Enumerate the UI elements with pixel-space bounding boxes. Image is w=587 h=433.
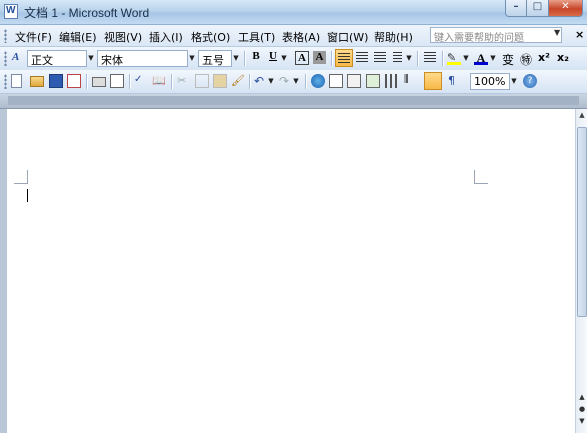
- separator: [442, 51, 443, 66]
- separator: [129, 74, 130, 89]
- print-preview-icon[interactable]: [110, 74, 124, 88]
- font-color-icon[interactable]: A: [474, 51, 488, 65]
- character-shading-button[interactable]: A: [313, 51, 326, 64]
- subscript-button[interactable]: x₂: [557, 51, 571, 65]
- vertical-scrollbar[interactable]: ▲ ▲ ● ▼: [575, 109, 587, 433]
- superscript-button[interactable]: x²: [538, 51, 552, 65]
- chevron-down-icon[interactable]: ▼: [187, 50, 197, 67]
- close-window-button[interactable]: ✕: [549, 0, 583, 17]
- maximize-icon: □: [532, 1, 543, 12]
- chevron-down-icon[interactable]: ▼: [461, 50, 471, 67]
- zoom-select[interactable]: 100%: [470, 73, 510, 90]
- menu-insert[interactable]: 插入(I): [149, 29, 183, 45]
- minimize-icon: –: [513, 1, 519, 12]
- separator: [331, 51, 332, 66]
- menu-window[interactable]: 窗口(W): [327, 29, 368, 45]
- text-cursor: [27, 189, 28, 202]
- chevron-down-icon[interactable]: ▼: [488, 50, 498, 67]
- horizontal-ruler[interactable]: [0, 94, 587, 109]
- menu-tools[interactable]: 工具(T): [238, 29, 275, 45]
- spelling-icon[interactable]: ✓: [134, 74, 148, 88]
- menu-format[interactable]: 格式(O): [191, 29, 230, 45]
- menu-file[interactable]: 文件(F): [15, 29, 52, 45]
- separator: [86, 74, 87, 89]
- open-folder-icon[interactable]: [30, 76, 44, 87]
- style-select[interactable]: 正文: [27, 50, 87, 67]
- tables-borders-icon[interactable]: [329, 74, 343, 88]
- next-page-icon[interactable]: ▼: [577, 417, 587, 427]
- numbered-list-icon[interactable]: [424, 52, 436, 63]
- separator: [244, 51, 245, 66]
- minimize-button[interactable]: –: [505, 0, 527, 17]
- align-right-icon[interactable]: [374, 52, 386, 63]
- scroll-up-icon[interactable]: ▲: [577, 111, 587, 121]
- separator: [417, 51, 418, 66]
- word-document-icon[interactable]: [4, 4, 18, 19]
- font-select[interactable]: 宋体: [97, 50, 188, 67]
- insert-table-icon[interactable]: [347, 74, 361, 88]
- chevron-down-icon[interactable]: ▼: [554, 28, 562, 42]
- menu-help[interactable]: 帮助(H): [374, 29, 413, 45]
- save-icon[interactable]: [49, 74, 63, 88]
- format-painter-icon[interactable]: 🖌: [231, 74, 245, 88]
- print-icon[interactable]: [92, 77, 106, 87]
- align-justify-button[interactable]: [335, 49, 353, 67]
- document-map-active-icon[interactable]: [424, 72, 442, 90]
- show-hide-icon[interactable]: ¶: [448, 74, 462, 88]
- menu-edit[interactable]: 编辑(E): [59, 29, 97, 45]
- standard-toolbar: ✓ 📖 ✂ 🖌 ↶ ▼ ↷ ▼ ⫼ ¶ 100% ▼ ?: [0, 70, 587, 94]
- align-center-icon[interactable]: [356, 52, 368, 63]
- formatting-toolbar: A 正文 ▼ 宋体 ▼ 五号 ▼ B U ▼ A A ▼ ✎ ▼ A ▼ 变 ㊕…: [0, 47, 587, 71]
- chevron-down-icon[interactable]: ▼: [291, 73, 301, 90]
- paste-icon[interactable]: [213, 74, 227, 88]
- document-page[interactable]: [0, 109, 575, 433]
- insert-excel-icon[interactable]: [366, 74, 380, 88]
- window-title: 文档 1 - Microsoft Word: [24, 6, 150, 20]
- font-size-select[interactable]: 五号: [198, 50, 232, 67]
- hyperlink-icon[interactable]: [311, 74, 325, 88]
- previous-page-icon[interactable]: ▲: [577, 393, 587, 403]
- research-icon[interactable]: 📖: [152, 74, 166, 88]
- ruler-track: [8, 96, 579, 105]
- enclose-characters-icon[interactable]: ㊕: [520, 51, 534, 67]
- close-icon: ✕: [561, 1, 570, 12]
- chevron-down-icon[interactable]: ▼: [86, 50, 96, 67]
- cut-icon[interactable]: ✂: [177, 74, 191, 88]
- toolbar-grip[interactable]: [4, 29, 7, 43]
- browse-object-icon[interactable]: ●: [577, 405, 587, 415]
- help-search-input[interactable]: 键入需要帮助的问题: [430, 27, 562, 43]
- phonetic-guide-icon[interactable]: 变: [502, 51, 516, 67]
- menu-view[interactable]: 视图(V): [104, 29, 142, 45]
- help-icon[interactable]: ?: [523, 74, 537, 88]
- columns-icon[interactable]: [385, 74, 399, 88]
- permission-icon[interactable]: [67, 74, 81, 88]
- separator: [249, 74, 250, 89]
- chevron-down-icon[interactable]: ▼: [231, 50, 241, 67]
- toolbar-grip[interactable]: [4, 51, 7, 66]
- separator: [171, 74, 172, 89]
- chevron-down-icon[interactable]: ▼: [509, 73, 519, 90]
- align-justify-icon: [338, 53, 350, 64]
- close-document-button[interactable]: ×: [575, 28, 584, 41]
- toolbar-grip[interactable]: [4, 74, 7, 89]
- chevron-down-icon[interactable]: ▼: [266, 73, 276, 90]
- chevron-down-icon[interactable]: ▼: [279, 50, 289, 67]
- margin-mark-top-left: [14, 170, 28, 184]
- character-border-button[interactable]: A: [295, 51, 309, 65]
- bold-button[interactable]: B: [248, 50, 264, 66]
- scroll-thumb[interactable]: [577, 127, 587, 317]
- highlight-icon[interactable]: ✎: [447, 51, 461, 65]
- line-spacing-icon[interactable]: [393, 52, 402, 63]
- menu-table[interactable]: 表格(A): [282, 29, 320, 45]
- margin-mark-top-right: [474, 170, 488, 184]
- separator: [305, 74, 306, 89]
- styles-pane-icon[interactable]: A: [12, 51, 26, 65]
- drawing-icon[interactable]: ⫼: [404, 74, 418, 88]
- maximize-button[interactable]: □: [527, 0, 549, 17]
- title-bar: 文档 1 - Microsoft Word – □ ✕: [0, 0, 587, 25]
- copy-icon[interactable]: [195, 74, 209, 88]
- new-document-icon[interactable]: [11, 74, 22, 88]
- chevron-down-icon[interactable]: ▼: [404, 50, 414, 67]
